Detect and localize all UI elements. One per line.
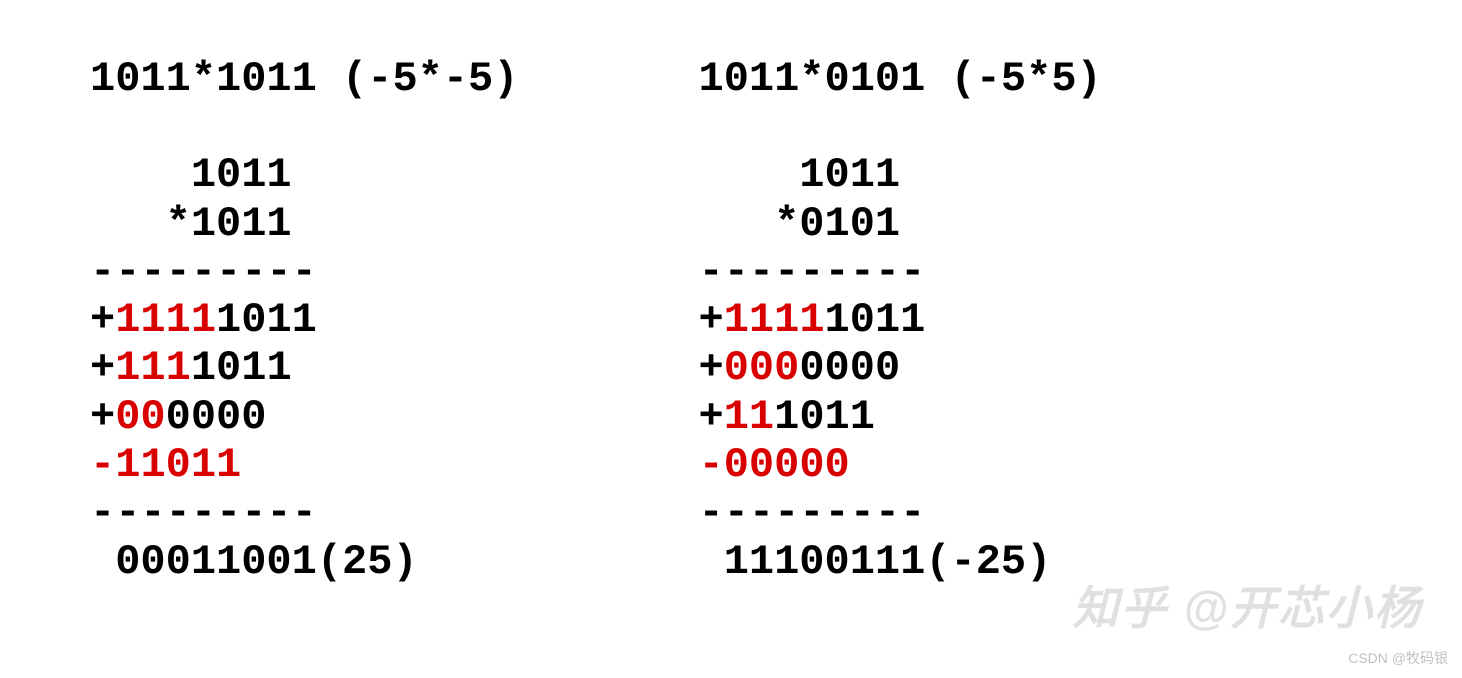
spacer bbox=[698, 103, 1101, 151]
left-pp3: +000000 bbox=[90, 393, 518, 441]
val-bits: 1011 bbox=[216, 296, 317, 344]
val-bits: 1011 bbox=[825, 296, 926, 344]
sign: + bbox=[698, 296, 723, 344]
val-bits: 0000 bbox=[749, 441, 850, 489]
watermark-csdn: CSDN @牧码银 bbox=[1348, 648, 1448, 668]
right-multiplicand: 1011 bbox=[698, 151, 1101, 199]
ext-bits: 1111 bbox=[115, 296, 216, 344]
val-bits: 0000 bbox=[166, 393, 267, 441]
ext-bits: 00 bbox=[115, 393, 165, 441]
val-bits: 0000 bbox=[799, 344, 900, 392]
spacer bbox=[90, 103, 518, 151]
right-divider-top: --------- bbox=[698, 248, 1101, 296]
sign: + bbox=[698, 393, 723, 441]
left-divider-bottom: --------- bbox=[90, 489, 518, 537]
val-bits: 1011 bbox=[140, 441, 241, 489]
right-result: 11100111(-25) bbox=[698, 538, 1101, 586]
left-multiplier: *1011 bbox=[90, 200, 518, 248]
right-multiplier: *0101 bbox=[698, 200, 1101, 248]
right-example: 1011*0101 (-5*5) 1011 *0101 --------- +1… bbox=[698, 55, 1101, 586]
right-pp1: +11111011 bbox=[698, 296, 1101, 344]
val-bits: 1011 bbox=[774, 393, 875, 441]
ext-bits: 111 bbox=[115, 344, 191, 392]
sign: - bbox=[90, 441, 115, 489]
right-pp3: +111011 bbox=[698, 393, 1101, 441]
right-pp4: -00000 bbox=[698, 441, 1101, 489]
sign: + bbox=[90, 393, 115, 441]
ext-bits: 0 bbox=[724, 441, 749, 489]
sign: + bbox=[698, 344, 723, 392]
left-multiplicand: 1011 bbox=[90, 151, 518, 199]
sign: + bbox=[90, 296, 115, 344]
right-title: 1011*0101 (-5*5) bbox=[698, 55, 1101, 103]
right-pp2: +0000000 bbox=[698, 344, 1101, 392]
left-divider-top: --------- bbox=[90, 248, 518, 296]
ext-bits: 1111 bbox=[724, 296, 825, 344]
left-title: 1011*1011 (-5*-5) bbox=[90, 55, 518, 103]
watermark-zhihu: 知乎 @开芯小杨 bbox=[1072, 572, 1422, 638]
diagram-container: 1011*1011 (-5*-5) 1011 *1011 --------- +… bbox=[0, 0, 1462, 586]
ext-bits: 000 bbox=[724, 344, 800, 392]
ext-bits: 11 bbox=[724, 393, 774, 441]
sign: + bbox=[90, 344, 115, 392]
left-pp1: +11111011 bbox=[90, 296, 518, 344]
left-pp4: -11011 bbox=[90, 441, 518, 489]
sign: - bbox=[698, 441, 723, 489]
left-result: 00011001(25) bbox=[90, 538, 518, 586]
left-pp2: +1111011 bbox=[90, 344, 518, 392]
left-example: 1011*1011 (-5*-5) 1011 *1011 --------- +… bbox=[90, 55, 518, 586]
ext-bits: 1 bbox=[115, 441, 140, 489]
val-bits: 1011 bbox=[191, 344, 292, 392]
right-divider-bottom: --------- bbox=[698, 489, 1101, 537]
